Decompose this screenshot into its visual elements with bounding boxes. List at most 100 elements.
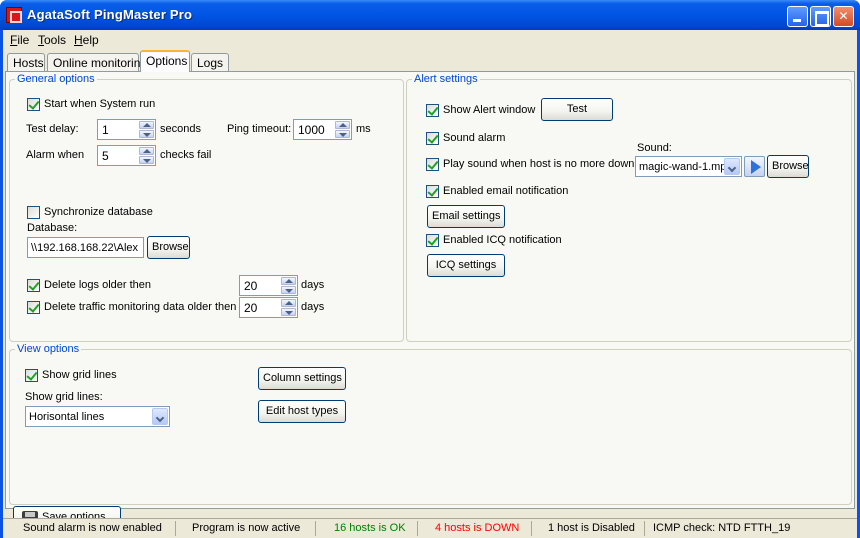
play-icon[interactable] bbox=[744, 156, 765, 177]
ping-timeout-spinner[interactable]: 1000 bbox=[293, 119, 352, 140]
delete-logs-unit: days bbox=[301, 279, 325, 291]
status-separator bbox=[315, 521, 316, 536]
chevron-down-icon[interactable] bbox=[152, 408, 168, 425]
spin-down-icon[interactable] bbox=[139, 130, 154, 138]
status-hosts-disabled: 1 host is Disabled bbox=[548, 522, 635, 534]
checkbox-box[interactable] bbox=[25, 369, 38, 382]
checkbox-box[interactable] bbox=[27, 98, 40, 111]
app-icon bbox=[6, 7, 22, 23]
menu-file[interactable]: File bbox=[10, 33, 29, 47]
checkbox-label: Show Alert window bbox=[443, 104, 536, 116]
checkbox-box[interactable] bbox=[426, 234, 439, 247]
status-separator bbox=[644, 521, 645, 536]
grid-lines-select[interactable]: Horisontal lines bbox=[25, 406, 170, 427]
spin-up-icon[interactable] bbox=[281, 299, 296, 307]
checkbox-label: Start when System run bbox=[44, 98, 156, 110]
tab-online-monitoring[interactable]: Online monitoring bbox=[47, 53, 147, 71]
spin-down-icon[interactable] bbox=[139, 156, 154, 164]
checkbox-box[interactable] bbox=[27, 301, 40, 314]
general-options-title: General options bbox=[15, 73, 97, 85]
spin-down-icon[interactable] bbox=[281, 308, 296, 316]
client-area: File Tools Help Hosts Online monitoring … bbox=[3, 30, 857, 538]
spin-down-icon[interactable] bbox=[335, 130, 350, 138]
delete-traffic-days-value: 20 bbox=[244, 301, 258, 315]
database-path-value: \\192.168.168.22\Alex bbox=[31, 242, 139, 254]
checkbox-label: Delete traffic monitoring data older the… bbox=[44, 301, 237, 313]
checkbox-label: Enabled email notification bbox=[443, 185, 569, 197]
spin-up-icon[interactable] bbox=[281, 277, 296, 285]
view-options-group: View options Show grid lines Show grid l… bbox=[9, 343, 852, 505]
spin-up-icon[interactable] bbox=[335, 121, 350, 129]
tab-strip: Hosts Online monitoring Options Logs bbox=[3, 50, 857, 72]
spin-down-icon[interactable] bbox=[281, 286, 296, 294]
status-separator bbox=[175, 521, 176, 536]
status-hosts-down: 4 hosts is DOWN bbox=[435, 522, 520, 534]
general-options-group: General options Start when System run Te… bbox=[9, 73, 404, 342]
checkbox-label: Synchronize database bbox=[44, 206, 153, 218]
database-label: Database: bbox=[27, 222, 78, 234]
test-delay-unit: seconds bbox=[160, 123, 201, 135]
status-program: Program is now active bbox=[192, 522, 301, 534]
icq-settings-button[interactable]: ICQ settings bbox=[427, 254, 505, 277]
chevron-down-icon[interactable] bbox=[724, 158, 740, 175]
edit-host-types-button[interactable]: Edit host types bbox=[258, 400, 346, 423]
alert-settings-group: Alert settings Show Alert window Test So… bbox=[406, 73, 852, 342]
alarm-when-label: Alarm when bbox=[26, 149, 85, 161]
sound-browse-button[interactable]: Browse bbox=[767, 155, 809, 178]
delete-traffic-unit: days bbox=[301, 301, 325, 313]
grid-lines-label: Show grid lines: bbox=[25, 391, 103, 403]
alarm-when-value: 5 bbox=[102, 149, 109, 163]
spin-up-icon[interactable] bbox=[139, 121, 154, 129]
window-title: AgataSoft PingMaster Pro bbox=[27, 7, 193, 22]
spinner-arrows[interactable] bbox=[139, 147, 154, 164]
maximize-button[interactable] bbox=[810, 6, 831, 27]
sound-select[interactable]: magic-wand-1.mp bbox=[635, 156, 742, 177]
app-window: AgataSoft PingMaster Pro ✕ File Tools He… bbox=[0, 0, 860, 538]
database-path-input[interactable]: \\192.168.168.22\Alex bbox=[27, 237, 144, 258]
ping-timeout-unit: ms bbox=[356, 123, 371, 135]
minimize-button[interactable] bbox=[787, 6, 808, 27]
menu-bar: File Tools Help bbox=[3, 30, 857, 49]
alarm-when-unit: checks fail bbox=[160, 149, 212, 161]
checkbox-box[interactable] bbox=[426, 185, 439, 198]
checkbox-label: Sound alarm bbox=[443, 132, 506, 144]
status-bar: Sound alarm is now enabled Program is no… bbox=[3, 518, 857, 538]
delete-traffic-days-spinner[interactable]: 20 bbox=[239, 297, 298, 318]
test-delay-value: 1 bbox=[102, 123, 109, 137]
test-delay-spinner[interactable]: 1 bbox=[97, 119, 156, 140]
database-browse-button[interactable]: Browse bbox=[147, 236, 190, 259]
email-settings-button[interactable]: Email settings bbox=[427, 205, 505, 228]
tab-logs[interactable]: Logs bbox=[191, 53, 229, 71]
alert-settings-title: Alert settings bbox=[412, 73, 480, 85]
menu-help[interactable]: Help bbox=[74, 33, 99, 47]
test-delay-label: Test delay: bbox=[26, 123, 79, 135]
spin-up-icon[interactable] bbox=[139, 147, 154, 155]
status-hosts-ok: 16 hosts is OK bbox=[334, 522, 406, 534]
delete-logs-days-spinner[interactable]: 20 bbox=[239, 275, 298, 296]
status-separator bbox=[417, 521, 418, 536]
close-button[interactable]: ✕ bbox=[833, 6, 854, 27]
column-settings-button[interactable]: Column settings bbox=[258, 367, 346, 390]
menu-tools[interactable]: Tools bbox=[38, 33, 66, 47]
checkbox-box[interactable] bbox=[27, 206, 40, 219]
spinner-arrows[interactable] bbox=[281, 277, 296, 294]
alarm-when-spinner[interactable]: 5 bbox=[97, 145, 156, 166]
checkbox-label: Delete logs older then bbox=[44, 279, 152, 291]
checkbox-box[interactable] bbox=[27, 279, 40, 292]
status-icmp: ICMP check: NTD FTTH_19 bbox=[653, 522, 791, 534]
title-bar[interactable]: AgataSoft PingMaster Pro ✕ bbox=[0, 0, 860, 30]
spinner-arrows[interactable] bbox=[139, 121, 154, 138]
checkbox-box[interactable] bbox=[426, 132, 439, 145]
tab-hosts[interactable]: Hosts bbox=[7, 53, 45, 71]
tab-options[interactable]: Options bbox=[140, 50, 190, 72]
grid-lines-select-value: Horisontal lines bbox=[29, 411, 105, 423]
sound-select-value: magic-wand-1.mp bbox=[639, 161, 727, 173]
checkbox-box[interactable] bbox=[426, 158, 439, 171]
checkbox-box[interactable] bbox=[426, 104, 439, 117]
options-panel: General options Start when System run Te… bbox=[5, 71, 855, 509]
status-sound: Sound alarm is now enabled bbox=[23, 522, 162, 534]
test-alert-button[interactable]: Test bbox=[541, 98, 613, 121]
spinner-arrows[interactable] bbox=[335, 121, 350, 138]
spinner-arrows[interactable] bbox=[281, 299, 296, 316]
status-separator bbox=[531, 521, 532, 536]
